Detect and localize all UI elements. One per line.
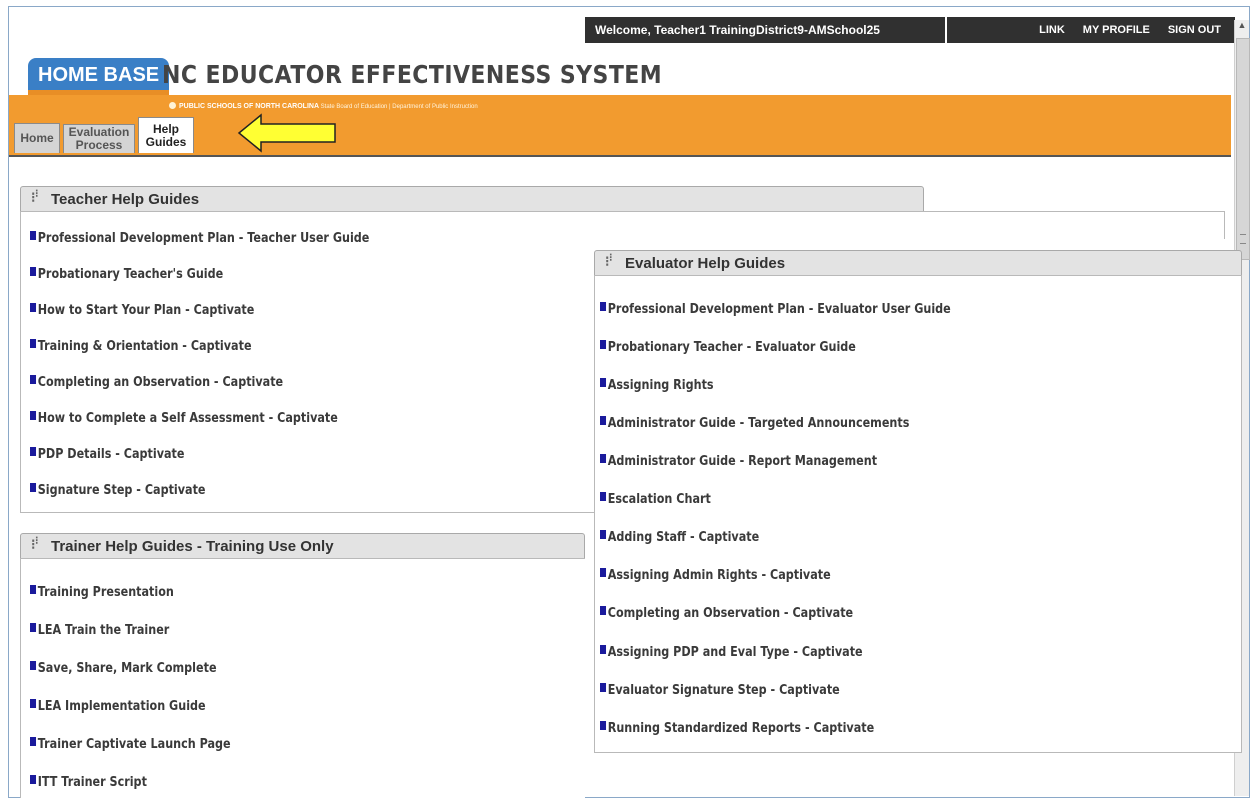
tab-help-guides[interactable]: Help Guides	[138, 117, 194, 153]
trainer-guide-link[interactable]: Trainer Captivate Launch Page	[30, 737, 231, 752]
evaluator-guide-link[interactable]: Running Standardized Reports - Captivate	[600, 721, 874, 736]
subtitle-rest: State Board of Education | Department of…	[320, 104, 478, 110]
tab-evaluation-process[interactable]: Evaluation Process	[63, 124, 135, 153]
evaluator-guide-link[interactable]: Probationary Teacher - Evaluator Guide	[600, 340, 856, 355]
teacher-guide-link[interactable]: PDP Details - Captivate	[30, 447, 184, 462]
teacher-panel-title: Teacher Help Guides	[51, 190, 200, 208]
evaluator-guide-link[interactable]: Professional Development Plan - Evaluato…	[600, 302, 951, 317]
drag-handle-icon[interactable]	[605, 251, 615, 270]
link-button[interactable]: LINK	[1039, 24, 1065, 36]
ncdpi-subtitle: PUBLIC SCHOOLS OF NORTH CAROLINA State B…	[169, 102, 478, 110]
drag-handle-icon[interactable]	[31, 534, 41, 553]
evaluator-guide-link[interactable]: Administrator Guide - Targeted Announcem…	[600, 416, 909, 431]
teacher-guide-link[interactable]: How to Complete a Self Assessment - Capt…	[30, 411, 338, 426]
evaluator-guide-link[interactable]: Adding Staff - Captivate	[600, 530, 759, 545]
evaluator-guide-link[interactable]: Completing an Observation - Captivate	[600, 606, 853, 621]
teacher-guide-link[interactable]: Training & Orientation - Captivate	[30, 339, 252, 354]
nav-bar: PUBLIC SCHOOLS OF NORTH CAROLINA State B…	[9, 95, 1231, 157]
my-profile-link[interactable]: MY PROFILE	[1083, 24, 1150, 36]
evaluator-guide-link[interactable]: Assigning Rights	[600, 378, 714, 393]
evaluator-guide-link[interactable]: Evaluator Signature Step - Captivate	[600, 683, 840, 698]
tab-home[interactable]: Home	[14, 123, 60, 153]
trainer-panel-header[interactable]: Trainer Help Guides - Training Use Only	[20, 533, 585, 559]
trainer-guide-link[interactable]: ITT Trainer Script	[30, 775, 147, 790]
top-links: LINK MY PROFILE SIGN OUT	[1039, 24, 1235, 36]
trainer-panel-title: Trainer Help Guides - Training Use Only	[51, 537, 334, 555]
welcome-text: Welcome, Teacher1 TrainingDistrict9-AMSc…	[585, 17, 947, 43]
pointer-arrow-icon	[237, 113, 336, 153]
scroll-up-arrow-icon[interactable]: ▲	[1235, 20, 1249, 34]
teacher-guide-link[interactable]: Signature Step - Captivate	[30, 483, 206, 498]
teacher-guide-link[interactable]: Completing an Observation - Captivate	[30, 375, 283, 390]
teacher-guide-link[interactable]: Probationary Teacher's Guide	[30, 267, 223, 282]
evaluator-guide-link[interactable]: Administrator Guide - Report Management	[600, 454, 877, 469]
teacher-panel-body-edge	[580, 211, 1225, 239]
nav-divider	[9, 155, 1231, 157]
drag-handle-icon[interactable]	[31, 187, 41, 206]
evaluator-panel-title: Evaluator Help Guides	[625, 254, 786, 272]
teacher-panel-header[interactable]: Teacher Help Guides	[20, 186, 924, 212]
trainer-guide-link[interactable]: Save, Share, Mark Complete	[30, 661, 217, 676]
evaluator-guide-link[interactable]: Assigning PDP and Eval Type - Captivate	[600, 645, 863, 660]
sign-out-link[interactable]: SIGN OUT	[1168, 24, 1221, 36]
trainer-guide-link[interactable]: LEA Implementation Guide	[30, 699, 206, 714]
trainer-guide-link[interactable]: LEA Train the Trainer	[30, 623, 169, 638]
home-base-logo: HOME BASE	[28, 58, 170, 102]
evaluator-guide-link[interactable]: Escalation Chart	[600, 492, 711, 507]
evaluator-guide-link[interactable]: Assigning Admin Rights - Captivate	[600, 568, 831, 583]
nc-seal-icon	[169, 102, 176, 109]
evaluator-panel-header[interactable]: Evaluator Help Guides	[594, 250, 1242, 276]
trainer-guide-link[interactable]: Training Presentation	[30, 585, 174, 600]
system-title: NC EDUCATOR EFFECTIVENESS SYSTEM	[162, 60, 663, 89]
subtitle-bold: PUBLIC SCHOOLS OF NORTH CAROLINA	[179, 103, 319, 110]
tab-strip: Home Evaluation Process Help Guides	[14, 117, 194, 153]
scroll-thumb[interactable]	[1236, 38, 1250, 260]
teacher-guide-link[interactable]: Professional Development Plan - Teacher …	[30, 231, 369, 246]
top-user-bar: Welcome, Teacher1 TrainingDistrict9-AMSc…	[585, 17, 1235, 43]
teacher-guide-link[interactable]: How to Start Your Plan - Captivate	[30, 303, 254, 318]
